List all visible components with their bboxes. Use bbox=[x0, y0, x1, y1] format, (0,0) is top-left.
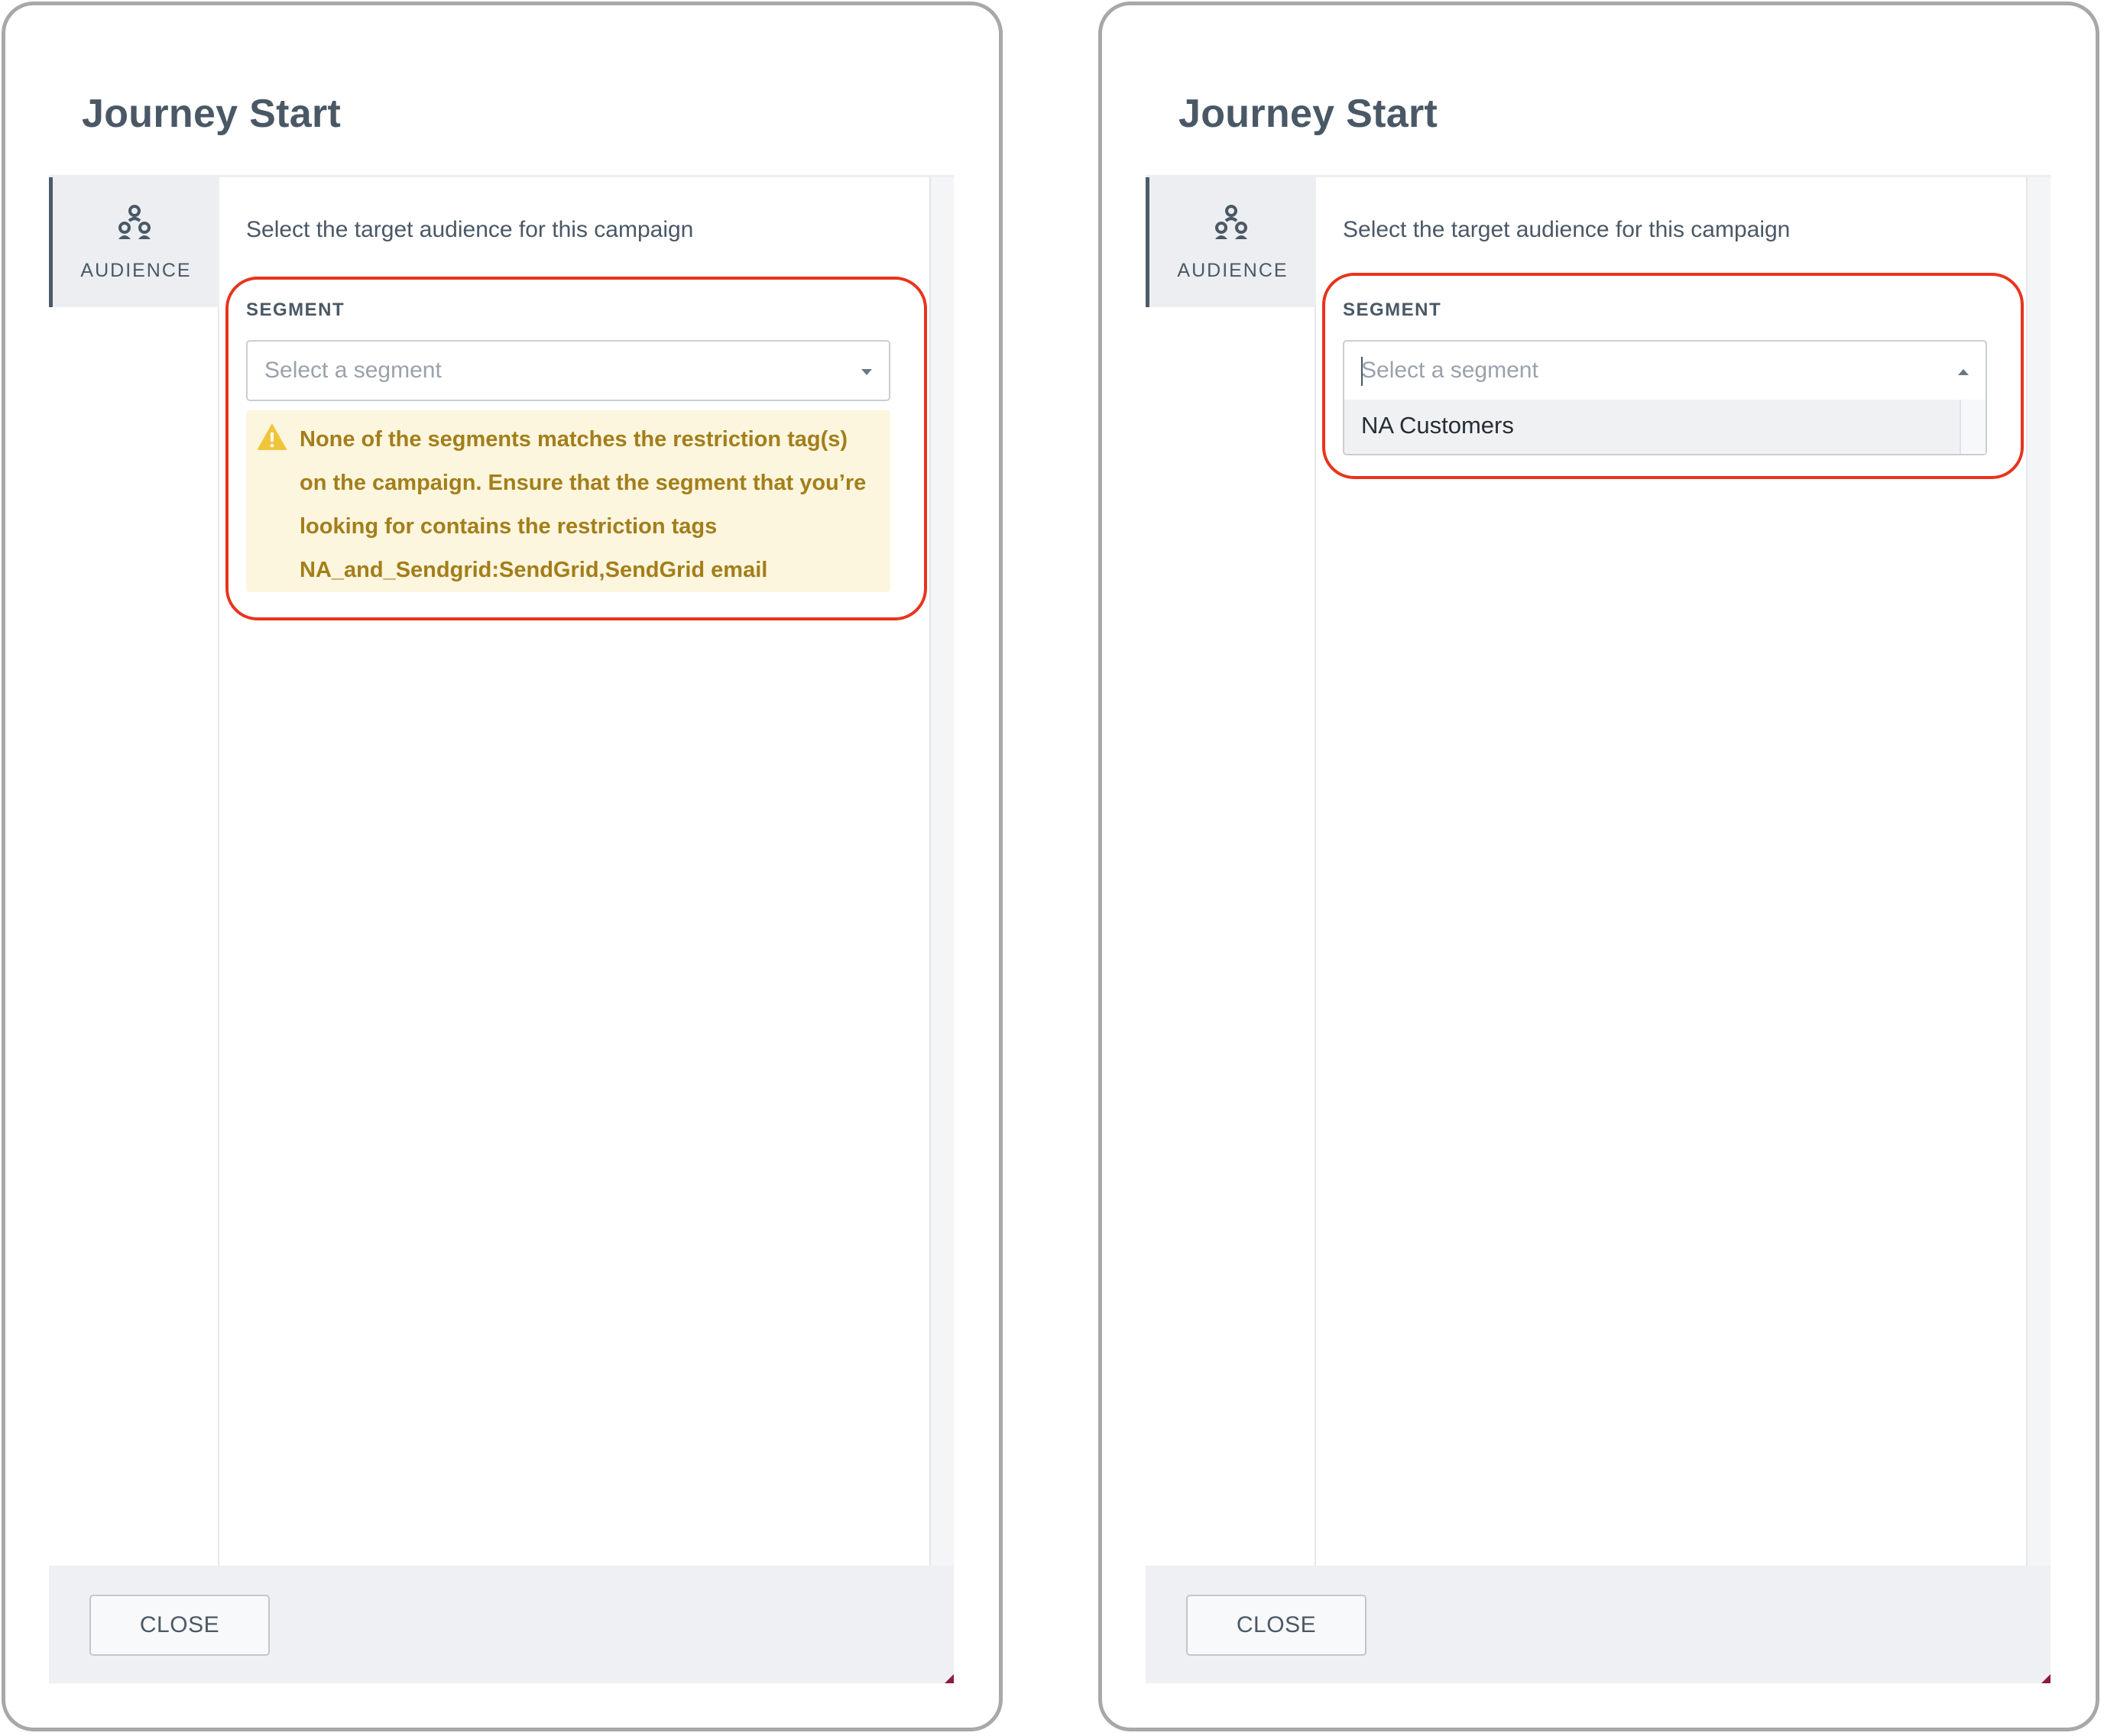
resize-handle bbox=[945, 1674, 954, 1683]
modal-footer: CLOSE bbox=[1146, 1566, 2051, 1683]
close-button[interactable]: CLOSE bbox=[89, 1595, 270, 1656]
resize-handle bbox=[2041, 1674, 2051, 1683]
tab-audience-label: AUDIENCE bbox=[80, 260, 192, 281]
tab-audience[interactable]: AUDIENCE bbox=[49, 177, 219, 307]
scrollbar[interactable] bbox=[2026, 177, 2051, 1566]
page-title: Journey Start bbox=[82, 92, 342, 136]
intro-text: Select the target audience for this camp… bbox=[246, 217, 694, 242]
scrollbar[interactable] bbox=[929, 177, 954, 1566]
highlight-annotation bbox=[1322, 273, 2024, 479]
tab-audience[interactable]: AUDIENCE bbox=[1146, 177, 1316, 307]
intro-text: Select the target audience for this camp… bbox=[1343, 217, 1791, 242]
side-nav: AUDIENCE bbox=[1146, 177, 1316, 1566]
page-title: Journey Start bbox=[1178, 92, 1438, 136]
audience-icon bbox=[1215, 205, 1247, 239]
side-nav: AUDIENCE bbox=[49, 177, 219, 1566]
highlight-annotation bbox=[225, 277, 927, 620]
modal-footer: CLOSE bbox=[49, 1566, 954, 1683]
journey-start-panel-right: Journey Start AUDIENCE Select the target… bbox=[1098, 2, 2099, 1731]
close-button[interactable]: CLOSE bbox=[1186, 1595, 1366, 1656]
tab-audience-label: AUDIENCE bbox=[1177, 260, 1289, 281]
audience-icon bbox=[118, 205, 151, 239]
journey-start-panel-left: Journey Start AUDIENCE Select the target… bbox=[2, 2, 1003, 1731]
